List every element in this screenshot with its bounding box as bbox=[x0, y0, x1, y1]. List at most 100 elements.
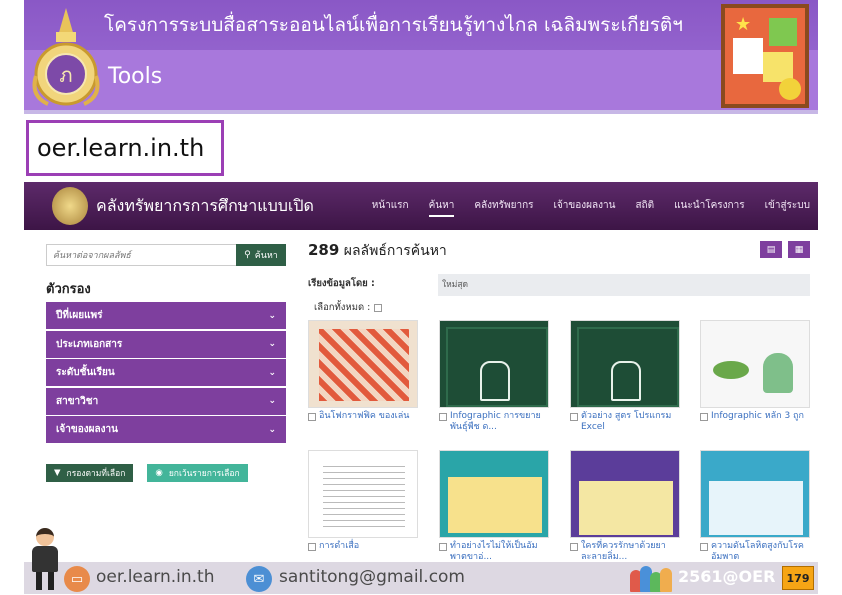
slide-title: โครงการระบบสื่อสาระออนไลน์เพื่อการเรียนร… bbox=[104, 14, 683, 36]
result-checkbox[interactable] bbox=[570, 543, 578, 551]
url-label: oer.learn.in.th bbox=[26, 120, 224, 176]
search-button-label: ค้นหา bbox=[254, 251, 278, 261]
results-count: 289 ผลลัพธ์การค้นหา bbox=[308, 240, 447, 262]
result-card[interactable]: Infographic การขยายพันธุ์พืช ด... bbox=[439, 320, 549, 433]
result-checkbox[interactable] bbox=[308, 543, 316, 551]
result-title[interactable]: อินโฟกราฟฟิค ของเล่น bbox=[319, 411, 409, 422]
result-checkbox[interactable] bbox=[439, 413, 447, 421]
result-title[interactable]: ใครที่ควรรักษาด้วยยาละลายลิ่ม... bbox=[581, 541, 680, 562]
clear-filter-button[interactable]: ◉ ยกเว้นรายการเลือก bbox=[147, 464, 248, 482]
filter-list: ปีที่เผยแพร่ ⌄ ประเภทเอกสาร ⌄ ระดับชั้นเรี… bbox=[46, 302, 286, 445]
result-card[interactable]: ตัวอย่าง สูตร โปรแกรม Excel bbox=[570, 320, 680, 433]
email-icon: ✉ bbox=[246, 566, 272, 592]
filter-label: ปีที่เผยแพร่ bbox=[56, 310, 103, 321]
result-thumbnail[interactable] bbox=[700, 320, 810, 408]
filter-label: ประเภทเอกสาร bbox=[56, 338, 123, 350]
result-card[interactable]: อินโฟกราฟฟิค ของเล่น bbox=[308, 320, 418, 422]
result-title[interactable]: Infographic การขยายพันธุ์พืช ด... bbox=[450, 411, 549, 433]
presenter-icon bbox=[28, 528, 62, 590]
result-title[interactable]: การดำเสื่อ bbox=[319, 541, 359, 552]
result-title[interactable]: ความดันโลหิตสูงกับโรคอัมพาต bbox=[711, 541, 810, 562]
slide: ภ โครงการระบบสื่อสาระออนไลน์เพื่อการเรีย… bbox=[0, 0, 842, 595]
result-thumbnail[interactable] bbox=[570, 320, 680, 408]
result-thumbnail[interactable] bbox=[439, 450, 549, 538]
nav-link-login[interactable]: เข้าสู่ระบบ bbox=[765, 198, 810, 217]
result-card[interactable]: Infographic หลัก 3 ถูก bbox=[700, 320, 810, 422]
result-thumbnail[interactable] bbox=[308, 320, 418, 408]
search-button[interactable]: ⚲ ค้นหา bbox=[236, 244, 286, 266]
board-paper bbox=[769, 18, 797, 46]
search-bar: ⚲ ค้นหา bbox=[46, 244, 286, 266]
nav-link-repository[interactable]: คลังทรัพยากร bbox=[474, 198, 533, 217]
filter-doc-type[interactable]: ประเภทเอกสาร ⌄ bbox=[46, 330, 286, 358]
filter-subject[interactable]: สาขาวิชา ⌄ bbox=[46, 387, 286, 415]
result-title[interactable]: ทำอย่างไรไม่ให้เป็นอัมพาตขาอ่... bbox=[450, 541, 549, 562]
search-icon: ⚲ bbox=[244, 250, 251, 260]
result-thumbnail[interactable] bbox=[570, 450, 680, 538]
filter-actions: ▼ กรองตามที่เลือก ◉ ยกเว้นรายการเลือก bbox=[46, 464, 248, 482]
result-caption: Infographic หลัก 3 ถูก bbox=[700, 411, 810, 422]
nav-link-stats[interactable]: สถิติ bbox=[635, 198, 654, 217]
filter-label: ระดับชั้นเรียน bbox=[56, 367, 115, 378]
result-card[interactable]: ใครที่ควรรักษาด้วยยาละลายลิ่ม... bbox=[570, 450, 680, 562]
chevron-down-icon: ⌄ bbox=[268, 367, 276, 378]
board-paper bbox=[733, 38, 763, 74]
footer-website: oer.learn.in.th bbox=[96, 567, 215, 587]
slide-subtitle: Tools bbox=[108, 64, 163, 89]
result-caption: ความดันโลหิตสูงกับโรคอัมพาต bbox=[700, 541, 810, 562]
page-number: 179 bbox=[782, 566, 814, 590]
smiley-icon bbox=[779, 78, 801, 100]
result-thumbnail[interactable] bbox=[308, 450, 418, 538]
site-name[interactable]: คลังทรัพยากรการศึกษาแบบเปิด bbox=[96, 194, 314, 219]
select-all-checkbox[interactable] bbox=[374, 303, 383, 312]
result-title[interactable]: Infographic หลัก 3 ถูก bbox=[711, 411, 804, 422]
result-card[interactable]: การดำเสื่อ bbox=[308, 450, 418, 552]
nav-link-search[interactable]: ค้นหา bbox=[428, 198, 455, 217]
website-icon: ▭ bbox=[64, 566, 90, 592]
site-logo-icon[interactable] bbox=[52, 187, 88, 225]
clear-filter-label: ยกเว้นรายการเลือก bbox=[168, 469, 240, 479]
website-screenshot: คลังทรัพยากรการศึกษาแบบเปิด หน้าแรก ค้นห… bbox=[24, 182, 818, 562]
result-checkbox[interactable] bbox=[700, 413, 708, 421]
filter-grade[interactable]: ระดับชั้นเรียน ⌄ bbox=[46, 359, 286, 386]
star-icon: ★ bbox=[735, 14, 752, 35]
footer-year: 2561@OER bbox=[678, 567, 776, 586]
apply-filter-button[interactable]: ▼ กรองตามที่เลือก bbox=[46, 464, 134, 482]
header-underline bbox=[24, 110, 818, 114]
result-card[interactable]: ความดันโลหิตสูงกับโรคอัมพาต bbox=[700, 450, 810, 562]
export-pdf-icon[interactable]: ▤ bbox=[760, 241, 782, 258]
select-all: เลือกทั้งหมด : bbox=[314, 300, 383, 315]
filter-year[interactable]: ปีที่เผยแพร่ ⌄ bbox=[46, 302, 286, 329]
filter-icon: ▼ bbox=[54, 468, 61, 478]
chevron-down-icon: ⌄ bbox=[268, 310, 276, 321]
result-thumbnail[interactable] bbox=[700, 450, 810, 538]
eye-icon: ◉ bbox=[155, 468, 163, 478]
students-icon bbox=[630, 564, 672, 592]
filter-owner[interactable]: เจ้าของผลงาน ⌄ bbox=[46, 416, 286, 443]
slide-header: ภ โครงการระบบสื่อสาระออนไลน์เพื่อการเรีย… bbox=[24, 0, 818, 114]
filter-title: ตัวกรอง bbox=[46, 282, 91, 297]
result-checkbox[interactable] bbox=[700, 543, 708, 551]
result-checkbox[interactable] bbox=[308, 413, 316, 421]
result-title[interactable]: ตัวอย่าง สูตร โปรแกรม Excel bbox=[581, 411, 680, 433]
nav-link-about[interactable]: แนะนำโครงการ bbox=[674, 198, 744, 217]
result-thumbnail[interactable] bbox=[439, 320, 549, 408]
site-navbar: คลังทรัพยากรการศึกษาแบบเปิด หน้าแรก ค้นห… bbox=[24, 182, 818, 230]
sort-select[interactable]: ใหม่สุด bbox=[438, 274, 810, 296]
nav-link-home[interactable]: หน้าแรก bbox=[372, 198, 409, 217]
result-checkbox[interactable] bbox=[439, 543, 447, 551]
result-card[interactable]: ทำอย่างไรไม่ให้เป็นอัมพาตขาอ่... bbox=[439, 450, 549, 562]
footer-email: santitong@gmail.com bbox=[279, 567, 465, 587]
presenter-legs bbox=[36, 572, 54, 590]
export-buttons: ▤ ▦ bbox=[760, 241, 810, 258]
export-file-icon[interactable]: ▦ bbox=[788, 241, 810, 258]
chevron-down-icon: ⌄ bbox=[268, 396, 276, 406]
svg-text:ภ: ภ bbox=[59, 63, 72, 87]
sort-label: เรียงข้อมูลโดย : bbox=[308, 278, 375, 289]
results-number: 289 bbox=[308, 241, 340, 259]
nav-link-owners[interactable]: เจ้าของผลงาน bbox=[554, 198, 616, 217]
search-input[interactable] bbox=[46, 244, 236, 266]
result-checkbox[interactable] bbox=[570, 413, 578, 421]
result-caption: ทำอย่างไรไม่ให้เป็นอัมพาตขาอ่... bbox=[439, 541, 549, 562]
filter-label: เจ้าของผลงาน bbox=[56, 424, 118, 435]
